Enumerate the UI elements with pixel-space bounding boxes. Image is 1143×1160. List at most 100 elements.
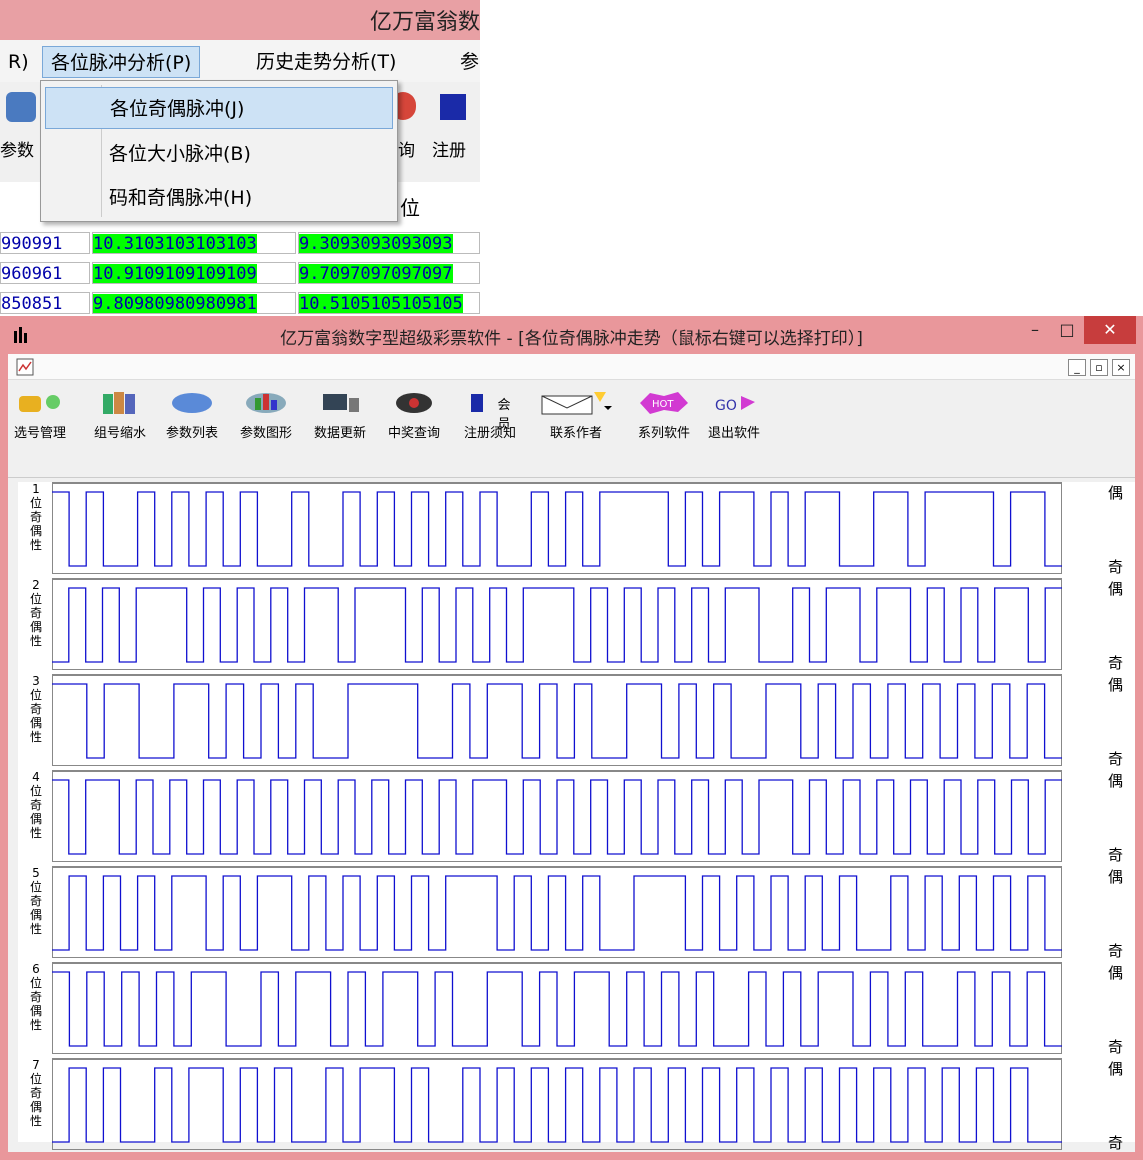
window-title: 亿万富翁数字型超级彩票软件 - [各位奇偶脉冲走势（鼠标右键可以选择打印）] [280,329,863,349]
toolbar-button-shrink[interactable]: 组号缩水 [94,388,146,448]
toolbar-button-pick-manage[interactable]: 选号管理 [14,388,66,448]
even-label: 偶 [1107,1060,1123,1078]
pulse-panel-1: 1 位奇偶性 偶奇 [18,482,1135,576]
panel-label: 6 位奇偶性 [29,962,42,1032]
table-cell: 10.9109109109109 [92,262,296,284]
toolbar-button-param-chart[interactable]: 参数图形 [240,388,292,448]
cell-value: 9.3093093093093 [299,234,453,254]
pulse-wave [52,779,1062,855]
mdi-restore-button[interactable]: ▫ [1090,359,1108,376]
ticket-icon [19,395,60,412]
menu-item-history-trend[interactable]: 历史走势分析(T) [248,46,404,78]
even-label: 偶 [1107,964,1123,982]
svg-text:GO: GO [715,398,737,414]
toolbar-button-series-software[interactable]: HOT 系列软件 [634,388,694,448]
chart-doc-icon [16,358,34,376]
panel-label: 4 位奇偶性 [29,770,42,840]
even-label: 偶 [1107,772,1123,790]
cell-value: 10.9109109109109 [93,264,257,284]
toolbar-label: 数据更新 [314,426,367,441]
pulse-line [52,875,1062,951]
pulse-panel-7: 7 位奇偶性 偶奇 [18,1058,1135,1152]
toolbar-button-param-list[interactable]: 参数列表 [166,388,218,448]
mdi-close-button[interactable]: × [1112,359,1130,376]
params-icon [6,92,36,122]
toolbar-fragment-params[interactable]: 参数 [0,136,34,161]
pulse-panel-2: 2 位奇偶性 偶奇 [18,578,1135,672]
toolbar-button-contact[interactable]: 联系作者 [536,388,616,448]
cell-value: 10.5105105105105 [299,294,463,314]
mdi-minimize-button[interactable]: _ [1068,359,1086,376]
menu-item-params[interactable]: 参 [452,46,480,78]
pulse-line [52,491,1062,567]
list-icon [172,393,212,413]
toolbar: 选号管理 组号缩水 参数列表 参数图形 数据更新 中奖查询 会员 注册须知 联系… [8,382,1135,478]
panel-label: 5 位奇偶性 [29,866,42,936]
table-cell: 9.7097097097097 [298,262,480,284]
pulse-line [52,779,1062,855]
envelope-icon [541,392,612,415]
even-label: 偶 [1107,868,1123,886]
menu-item-pulse-analysis[interactable]: 各位脉冲分析(P) [42,46,201,78]
toolbar-label: 组号缩水 [94,426,147,441]
table-cell: 9.80980980980981 [92,292,296,314]
pulse-line [52,1067,1062,1143]
panel-label: 3 位奇偶性 [29,674,42,744]
background-app-window: 亿万富翁数 R) 各位脉冲分析(P) 历史走势分析(T) 参 参数 询 注册 各… [0,0,480,316]
toolbar-label: 参数列表 [166,426,219,441]
odd-label: 奇 [1107,558,1123,576]
pulse-panel-3: 3 位奇偶性 偶奇 [18,674,1135,768]
table-cell: 9.3093093093093 [298,232,480,254]
pulse-analysis-dropdown: 各位奇偶脉冲(J) 各位大小脉冲(B) 码和奇偶脉冲(H) [40,80,398,222]
panel-label: 7 位奇偶性 [29,1058,42,1128]
toolbar-label: 联系作者 [549,426,602,441]
register-icon [440,94,466,120]
menu-item-prev[interactable]: R) [0,46,37,78]
dropdown-item-odd-even-pulse[interactable]: 各位奇偶脉冲(J) [45,87,393,129]
odd-label: 奇 [1107,1134,1123,1152]
table-cell: 10.5105105105105 [298,292,480,314]
dropdown-item-sum-odd-even-pulse[interactable]: 码和奇偶脉冲(H) [45,177,393,219]
background-title-text: 亿万富翁数 [369,10,480,35]
even-label: 偶 [1107,676,1123,694]
pulse-wave [52,587,1062,663]
toolbar-label: 系列软件 [637,426,690,441]
pulse-line [52,683,1062,759]
odd-label: 奇 [1107,942,1123,960]
pulse-wave [52,491,1062,567]
dropdown-item-big-small-pulse[interactable]: 各位大小脉冲(B) [45,133,393,175]
toolbar-fragment-register[interactable]: 注册 [432,136,466,161]
cell-value: 9.80980980980981 [93,294,257,314]
toolbar-button-data-update[interactable]: 数据更新 [314,388,366,448]
chart-icon [246,393,286,413]
exit-icon: GO [715,396,755,414]
computer-icon [323,394,359,412]
panel-label: 2 位奇偶性 [29,578,42,648]
books-icon [103,392,135,414]
mdi-child-bar: _ ▫ × [8,354,1135,380]
title-bar[interactable]: 亿万富翁数字型超级彩票软件 - [各位奇偶脉冲走势（鼠标右键可以选择打印）] –… [0,316,1143,354]
cell-value: 10.3103103103103 [93,234,257,254]
close-button[interactable]: ✕ [1084,316,1136,344]
member-label: 会员 [497,398,511,432]
eye-icon [396,393,432,413]
pulse-wave [52,1067,1062,1143]
cell-value: 9.7097097097097 [299,264,453,284]
odd-label: 奇 [1107,654,1123,672]
pulse-line [52,587,1062,663]
odd-label: 奇 [1107,1038,1123,1056]
table-cell: 10.3103103103103 [92,232,296,254]
even-label: 偶 [1107,484,1123,502]
toolbar-button-register[interactable]: 会员 注册须知 [464,388,516,448]
hot-icon: HOT [640,392,688,414]
table-cell: 990991 [0,232,90,254]
table-row: 990991 10.3103103103103 9.3093093093093 [0,232,480,254]
toolbar-button-prize-query[interactable]: 中奖查询 [388,388,440,448]
pulse-panel-5: 5 位奇偶性 偶奇 [18,866,1135,960]
svg-text:HOT: HOT [652,399,674,410]
toolbar-label: 中奖查询 [388,426,441,441]
pulse-panel-4: 4 位奇偶性 偶奇 [18,770,1135,864]
toolbar-button-exit[interactable]: GO 退出软件 [708,388,760,448]
table-cell: 960961 [0,262,90,284]
toolbar-fragment-query[interactable]: 询 [398,136,415,161]
